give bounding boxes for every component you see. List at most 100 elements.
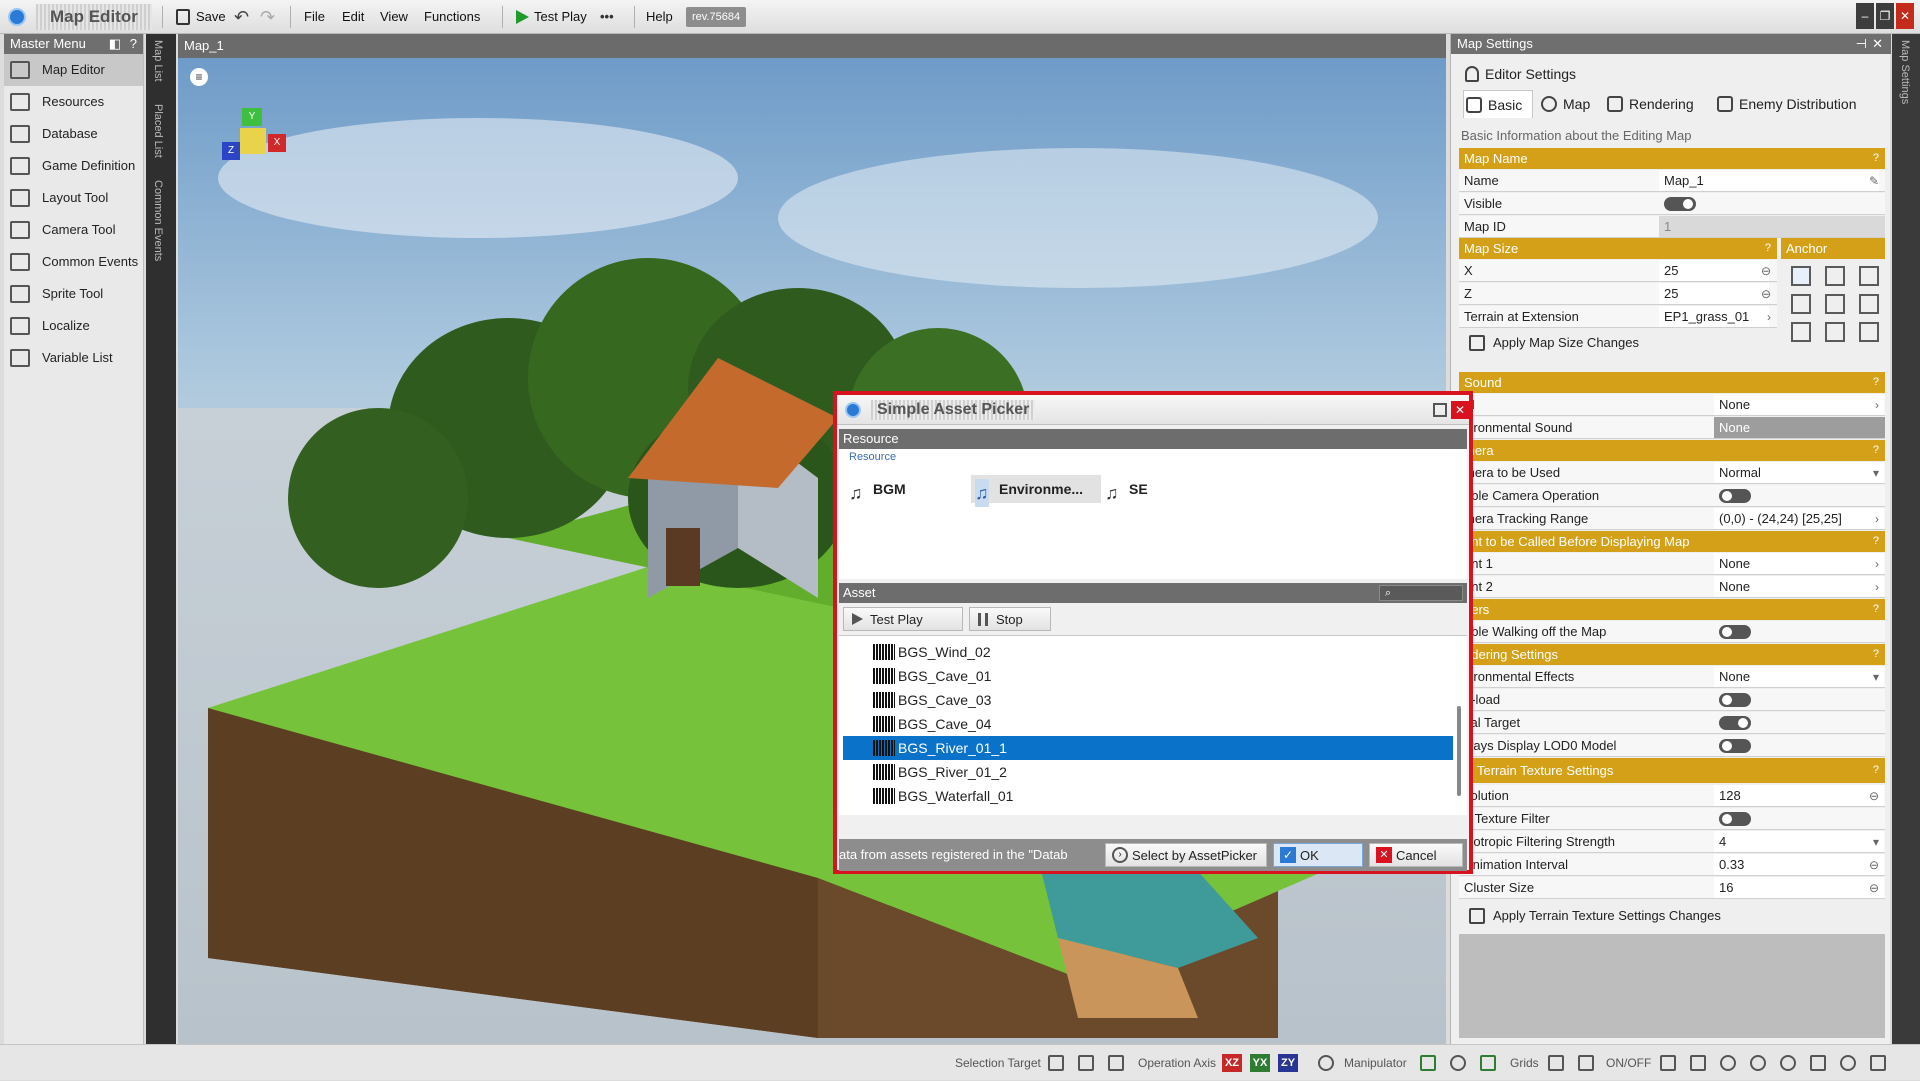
stepper-icon[interactable]: ⊖ xyxy=(1869,877,1879,899)
stepper-icon[interactable]: ⊖ xyxy=(1869,854,1879,876)
help-icon[interactable]: ? xyxy=(1873,758,1879,783)
dialog-test-play-button[interactable]: Test Play xyxy=(843,607,963,631)
axis-gizmo[interactable]: Y X Z xyxy=(218,108,288,178)
test-play-button[interactable]: Test Play xyxy=(512,6,591,28)
view-globe-icon[interactable] xyxy=(1780,1055,1796,1071)
redo-icon[interactable]: ↷ xyxy=(260,6,275,28)
axis-yx-button[interactable]: YX xyxy=(1250,1054,1270,1072)
axis-xz-button[interactable]: XZ xyxy=(1222,1054,1242,1072)
help-icon[interactable]: ? xyxy=(1873,372,1879,393)
cluster-size-value[interactable]: 16 xyxy=(1714,877,1884,898)
stepper-icon[interactable]: ⊖ xyxy=(1761,260,1771,282)
menu-functions[interactable]: Functions xyxy=(420,6,484,28)
asset-row[interactable]: BGS_Waterfall_01 xyxy=(843,784,1453,808)
view-options-icon[interactable]: ≡ xyxy=(190,68,208,86)
menu-view[interactable]: View xyxy=(376,6,412,28)
anchor-bottom-center[interactable] xyxy=(1825,322,1845,342)
editor-settings-tab[interactable]: Editor Settings xyxy=(1463,64,1576,84)
camera-range-value[interactable]: (0,0) - (24,24) [25,25] xyxy=(1714,508,1884,529)
tab-basic[interactable]: Basic xyxy=(1463,90,1533,118)
axis-zy-button[interactable]: ZY xyxy=(1278,1054,1298,1072)
event-2-value[interactable]: None xyxy=(1714,576,1884,597)
help-icon[interactable]: ? xyxy=(130,34,137,54)
tab-common-events[interactable]: Common Events xyxy=(152,180,164,261)
close-icon[interactable]: ✕ xyxy=(1896,3,1914,29)
master-item-common-events[interactable]: Common Events xyxy=(4,246,143,278)
env-sound-value[interactable]: None xyxy=(1714,417,1885,438)
view-lock-icon[interactable] xyxy=(1810,1055,1826,1071)
master-item-layout-tool[interactable]: Layout Tool xyxy=(4,182,143,214)
focal-target-toggle[interactable] xyxy=(1719,716,1751,730)
view-light-icon[interactable] xyxy=(1720,1055,1736,1071)
asset-list[interactable]: BGS_Wind_02 BGS_Cave_01 BGS_Cave_03 BGS_… xyxy=(839,635,1467,815)
anchor-bottom-left[interactable] xyxy=(1791,322,1811,342)
anchor-top-center[interactable] xyxy=(1825,266,1845,286)
pin-icon[interactable]: ⊣ xyxy=(1856,34,1867,54)
camera-used-value[interactable]: Normal xyxy=(1714,462,1884,483)
chevron-right-icon[interactable]: › xyxy=(1875,508,1879,530)
asset-row[interactable]: BGS_Wind_02 xyxy=(843,640,1453,664)
ok-button[interactable]: ✓ OK xyxy=(1273,843,1363,867)
gizmo-y-axis[interactable]: Y xyxy=(242,108,262,126)
asset-row[interactable]: BGS_Cave_03 xyxy=(843,688,1453,712)
tab-rendering[interactable]: Rendering xyxy=(1605,90,1694,118)
selection-tile-icon[interactable] xyxy=(1048,1055,1064,1071)
restore-icon[interactable]: ❐ xyxy=(1876,3,1894,29)
resource-bgm[interactable]: ♫ BGM xyxy=(845,475,906,503)
chevron-right-icon[interactable]: › xyxy=(1767,306,1771,328)
undo-icon[interactable]: ↶ xyxy=(234,6,249,28)
view-layers-icon[interactable] xyxy=(1870,1055,1886,1071)
tab-enemy-distribution[interactable]: Enemy Distribution xyxy=(1715,90,1857,118)
anchor-top-right[interactable] xyxy=(1859,266,1879,286)
help-icon[interactable]: ? xyxy=(1873,644,1879,665)
menu-edit[interactable]: Edit xyxy=(338,6,368,28)
selection-all-icon[interactable] xyxy=(1108,1055,1124,1071)
grid-height-icon[interactable] xyxy=(1548,1055,1564,1071)
gizmo-x-axis[interactable]: X xyxy=(268,134,286,152)
help-icon[interactable]: ? xyxy=(1873,148,1879,169)
animation-interval-value[interactable]: 0.33 xyxy=(1714,854,1884,875)
tab-map-settings[interactable]: Map Settings xyxy=(1899,40,1911,104)
dialog-close-icon[interactable]: ✕ xyxy=(1451,401,1469,419)
resource-environmental[interactable]: ♫ Environme... xyxy=(971,475,1101,507)
tab-placed-list[interactable]: Placed List xyxy=(152,104,164,158)
master-item-sprite-tool[interactable]: Sprite Tool xyxy=(4,278,143,310)
visible-toggle[interactable] xyxy=(1664,197,1696,211)
terrain-value[interactable]: EP1_grass_01 xyxy=(1659,306,1769,327)
name-field[interactable]: Map_1 xyxy=(1659,170,1879,191)
grid-toggle-icon[interactable] xyxy=(1578,1055,1594,1071)
minimize-icon[interactable]: – xyxy=(1856,3,1874,29)
tab-map[interactable]: Map xyxy=(1539,90,1590,118)
master-item-variable-list[interactable]: Variable List xyxy=(4,342,143,374)
master-item-localize[interactable]: Localize xyxy=(4,310,143,342)
anchor-top-left[interactable] xyxy=(1791,266,1811,286)
asset-row[interactable]: BGS_River_01_2 xyxy=(843,760,1453,784)
help-icon[interactable]: ? xyxy=(1873,531,1879,552)
stepper-icon[interactable]: ⊖ xyxy=(1869,785,1879,807)
view-gear-icon[interactable] xyxy=(1840,1055,1856,1071)
master-item-camera-tool[interactable]: Camera Tool xyxy=(4,214,143,246)
texture-filter-toggle[interactable] xyxy=(1719,812,1751,826)
help-icon[interactable]: ? xyxy=(1873,440,1879,461)
walk-off-toggle[interactable] xyxy=(1719,625,1751,639)
x-field[interactable]: 25 xyxy=(1659,260,1769,281)
anchor-middle-center[interactable] xyxy=(1825,294,1845,314)
manipulator-scale-icon[interactable] xyxy=(1480,1055,1496,1071)
dialog-maximize-icon[interactable] xyxy=(1433,403,1447,417)
manipulator-rotate-icon[interactable] xyxy=(1450,1055,1466,1071)
asset-list-scrollbar[interactable] xyxy=(1457,706,1461,796)
view-grid-icon[interactable] xyxy=(1660,1055,1676,1071)
stepper-icon[interactable]: ⊖ xyxy=(1761,283,1771,305)
dropdown-icon[interactable]: ▾ xyxy=(1873,462,1879,484)
asset-row[interactable]: BGS_Cave_04 xyxy=(843,712,1453,736)
anchor-middle-right[interactable] xyxy=(1859,294,1879,314)
anchor-middle-left[interactable] xyxy=(1791,294,1811,314)
save-button[interactable]: Save xyxy=(172,6,230,28)
master-item-database[interactable]: Database xyxy=(4,118,143,150)
view-settings-icon[interactable] xyxy=(1750,1055,1766,1071)
resource-se[interactable]: ♫ SE xyxy=(1101,475,1148,503)
selection-object-icon[interactable] xyxy=(1078,1055,1094,1071)
manipulator-move-icon[interactable] xyxy=(1420,1055,1436,1071)
camera-operation-toggle[interactable] xyxy=(1719,489,1751,503)
preload-toggle[interactable] xyxy=(1719,693,1751,707)
